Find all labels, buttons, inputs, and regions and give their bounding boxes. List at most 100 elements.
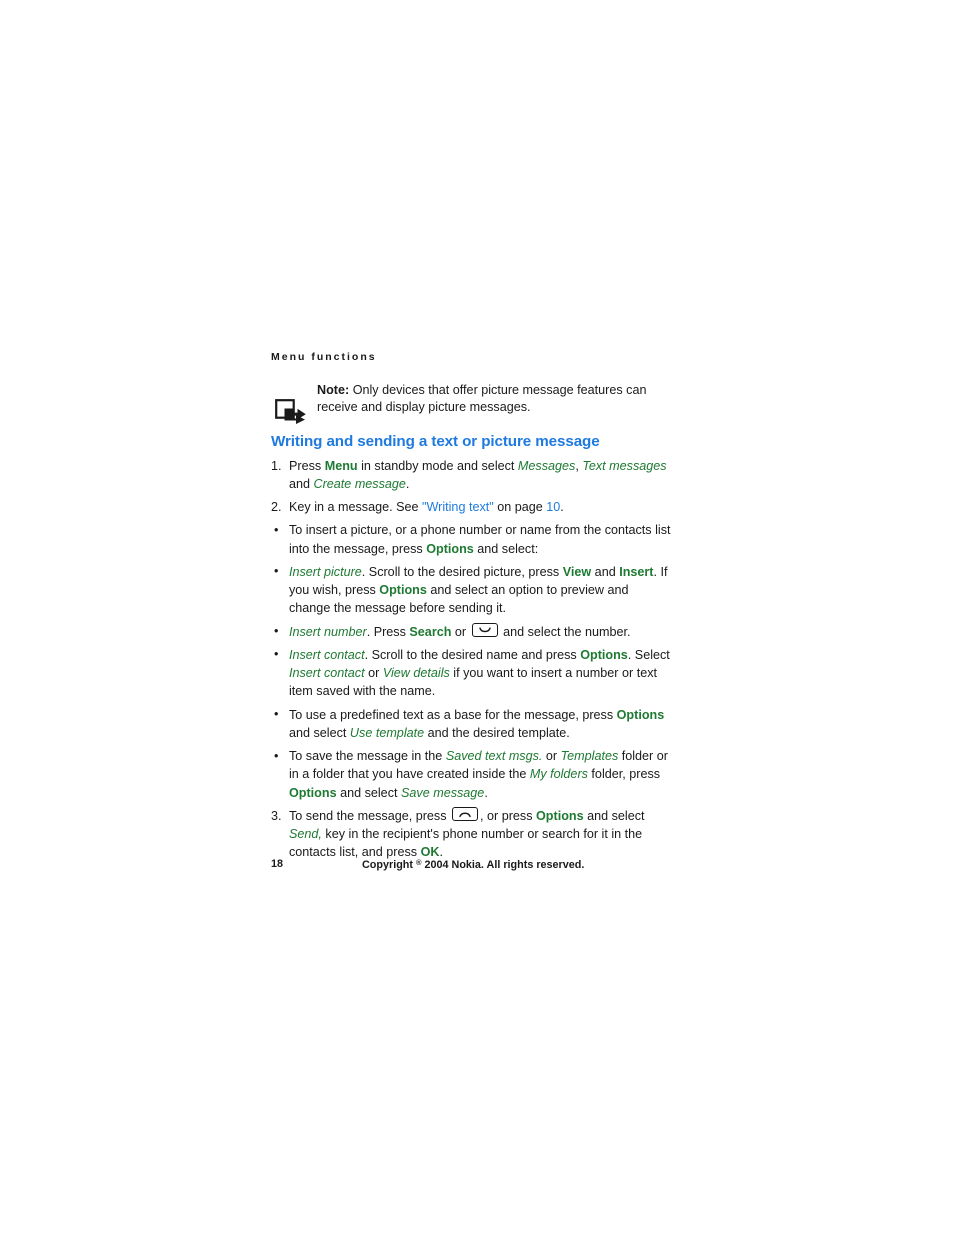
call-key-icon: [452, 806, 479, 821]
bullet-group-template-save: • To use a predefined text as a base for…: [271, 706, 671, 802]
bullet-text: To insert a picture, or a phone number o…: [289, 523, 671, 555]
section-heading: Writing and sending a text or picture me…: [271, 432, 600, 450]
copyright-suffix: 2004 Nokia. All rights reserved.: [421, 859, 585, 871]
step-item: 2. Key in a message. See "Writing text" …: [271, 498, 671, 516]
note-text: Note: Only devices that offer picture me…: [317, 382, 671, 418]
step-marker: 3.: [271, 808, 282, 823]
body-text: and select: [583, 808, 645, 823]
bullet-dot: •: [274, 624, 279, 639]
step-text: Key in a message. See "Writing text" on …: [289, 500, 564, 514]
cross-reference-link[interactable]: 10: [546, 500, 560, 514]
note-pointer-icon: [275, 398, 307, 425]
body-text: . Press: [366, 624, 410, 639]
list-item: • Insert picture. Scroll to the desired …: [271, 563, 671, 618]
bullet-group-insert: • To insert a picture, or a phone number…: [271, 521, 671, 558]
sub-bullet-text: Insert picture. Scroll to the desired pi…: [289, 565, 668, 616]
body-text: and: [289, 476, 314, 491]
menu-term: Save message: [401, 785, 485, 800]
list-item: • To save the message in the Saved text …: [271, 747, 671, 802]
menu-term: Messages: [517, 458, 576, 473]
numbered-steps-group-2: 3. To send the message, press , or press…: [271, 806, 671, 862]
softkey-label: Insert: [619, 564, 654, 579]
bullet-dot: •: [274, 564, 279, 579]
copyright-prefix: Copyright: [362, 859, 416, 871]
body-text: on page: [493, 500, 547, 515]
body-text: To use a predefined text as a base for t…: [289, 707, 617, 722]
note-callout: Note: Only devices that offer picture me…: [271, 382, 671, 424]
softkey-label: Options: [289, 785, 337, 800]
menu-term: My folders: [529, 767, 588, 782]
step-marker: 2.: [271, 500, 282, 515]
bullet-dot: •: [274, 748, 279, 763]
list-item: • To insert a picture, or a phone number…: [271, 521, 671, 558]
body-text: and: [591, 564, 620, 579]
step-item: 3. To send the message, press , or press…: [271, 806, 671, 862]
sub-bullet-text: Insert contact. Scroll to the desired na…: [289, 648, 670, 699]
sub-bullet-group: • Insert picture. Scroll to the desired …: [271, 563, 671, 701]
copyright-notice: Copyright ® 2004 Nokia. All rights reser…: [362, 858, 584, 872]
body-text: and select:: [473, 541, 539, 556]
bullet-text: To use a predefined text as a base for t…: [289, 708, 664, 740]
page-content: Menu functions Note: Only devices that o…: [271, 351, 671, 867]
body-text: . Select: [627, 647, 670, 662]
menu-term: Saved text msgs.: [445, 749, 543, 764]
softkey-label: Options: [379, 583, 427, 598]
body-text: .: [484, 785, 488, 800]
bullet-dot: •: [274, 647, 279, 662]
body-text: and select the number.: [499, 624, 631, 639]
menu-term: Text messages: [582, 458, 667, 473]
body-text: Key in a message. See: [289, 500, 423, 515]
page-number: 18: [271, 858, 284, 870]
body-text: folder, press: [587, 767, 661, 782]
menu-term: Insert contact: [289, 666, 365, 681]
menu-term: View details: [382, 666, 450, 681]
step-text: Press Menu in standby mode and select Me…: [289, 459, 667, 491]
body-text: .: [405, 476, 410, 491]
body-text: To save the message in the: [289, 749, 446, 764]
bullet-dot: •: [274, 707, 279, 722]
bullet-dot: •: [274, 522, 279, 537]
softkey-label: Options: [580, 647, 628, 662]
body-text: or: [451, 624, 470, 639]
softkey-label: View: [562, 564, 592, 579]
menu-term: Use template: [349, 725, 425, 740]
list-item: • Insert contact. Scroll to the desired …: [271, 646, 671, 701]
menu-term: Templates: [560, 749, 619, 764]
body-text: in standby mode and select: [357, 458, 518, 473]
body-text: , or press: [480, 808, 537, 823]
scroll-down-key-icon: [471, 622, 498, 637]
softkey-label: Search: [409, 624, 452, 639]
body-text: or: [542, 749, 561, 764]
softkey-label: Menu: [324, 458, 358, 473]
softkey-label: Options: [536, 808, 584, 823]
bullet-text: To save the message in the Saved text ms…: [289, 749, 668, 800]
step-item: 1. Press Menu in standby mode and select…: [271, 457, 671, 494]
document-page: Menu functions Note: Only devices that o…: [0, 0, 954, 1235]
numbered-steps-group-1: 1. Press Menu in standby mode and select…: [271, 457, 671, 517]
note-label: Note:: [317, 382, 350, 397]
running-header: Menu functions: [271, 351, 377, 363]
softkey-label: Options: [426, 541, 474, 556]
body-text: key in the recipient's phone number or s…: [289, 827, 643, 860]
cross-reference-link[interactable]: "Writing text": [422, 500, 494, 514]
sub-bullet-text: Insert number. Press Search or and selec…: [289, 622, 631, 639]
body-text: .: [560, 500, 564, 515]
step-text: To send the message, press , or press Op…: [289, 806, 645, 860]
body-text: Press: [289, 458, 325, 473]
softkey-label: Options: [616, 707, 665, 722]
menu-term: Insert number: [289, 624, 367, 639]
note-body-text: Only devices that offer picture message …: [317, 382, 647, 415]
list-item: • Insert number. Press Search or and sel…: [271, 622, 671, 641]
list-item: • To use a predefined text as a base for…: [271, 706, 671, 743]
body-text: and the desired template.: [424, 725, 570, 740]
body-text: . Scroll to the desired name and press: [364, 647, 581, 662]
body-text: or: [364, 666, 383, 681]
body-text: and select: [336, 785, 401, 800]
body-text: To send the message, press: [289, 808, 451, 823]
body-text: and select: [289, 725, 350, 740]
menu-term: Send,: [289, 827, 322, 842]
menu-term: Create message: [313, 476, 406, 491]
step-marker: 1.: [271, 458, 282, 473]
menu-term: Insert picture: [289, 564, 362, 579]
menu-term: Insert contact: [289, 647, 365, 662]
